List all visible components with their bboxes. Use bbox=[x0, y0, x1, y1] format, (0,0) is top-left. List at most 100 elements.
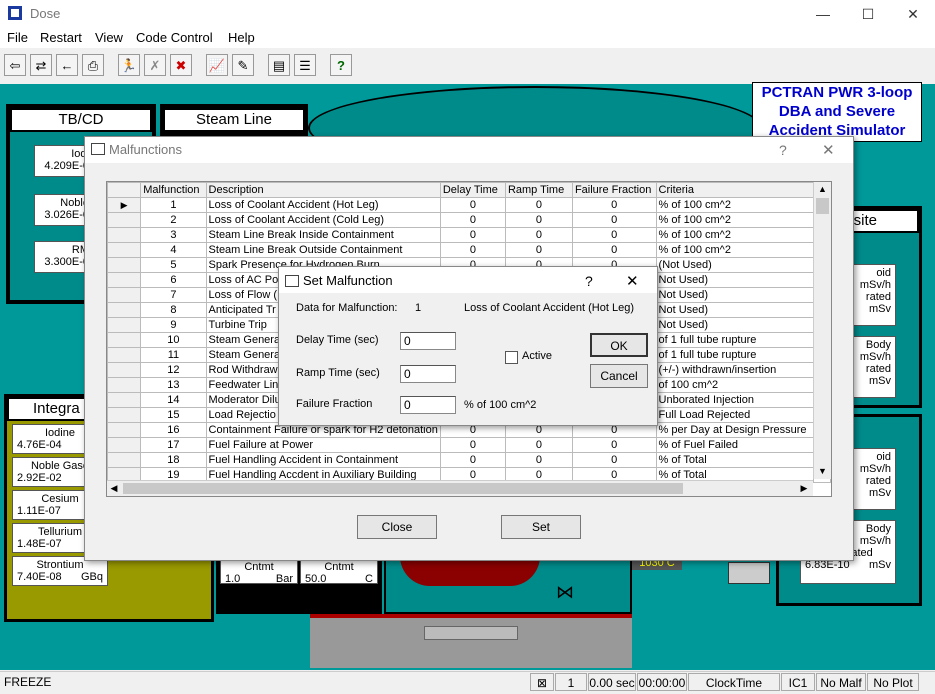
col-description: Description bbox=[205, 182, 441, 198]
freeze-status-icon[interactable]: ⊠ bbox=[530, 673, 554, 691]
row-selector[interactable] bbox=[107, 452, 142, 468]
status-speed: 1 bbox=[555, 673, 587, 691]
row-selector[interactable] bbox=[107, 287, 142, 303]
failure-fraction-input[interactable]: 0 bbox=[400, 396, 456, 414]
status-clock: 00:00:00 bbox=[637, 673, 687, 691]
minimize-button[interactable]: — bbox=[813, 4, 833, 24]
row-selector[interactable] bbox=[107, 257, 142, 273]
trend-icon[interactable]: 📈 bbox=[206, 54, 228, 76]
table-row[interactable]: 2 Loss of Coolant Accident (Cold Leg) 0 0 0%… bbox=[107, 212, 831, 228]
close-icon[interactable]: ✕ bbox=[626, 272, 639, 290]
ramp-time-cell: 0 bbox=[504, 227, 573, 243]
scroll-down-icon[interactable]: ▼ bbox=[814, 464, 831, 478]
cntmt-temp: Cntmt 50.0 C bbox=[300, 558, 378, 585]
vertical-scroll-thumb[interactable] bbox=[816, 198, 829, 214]
menu-restart[interactable]: Restart bbox=[40, 30, 82, 45]
row-selector[interactable] bbox=[107, 212, 142, 228]
criteria-cell: % of 100 cm^2 bbox=[655, 242, 814, 258]
delay-time-cell: 0 bbox=[439, 212, 506, 228]
criteria-cell: (+/-) withdrawn/insertion bbox=[655, 362, 814, 378]
delay-time-input[interactable]: 0 bbox=[400, 332, 456, 350]
vertical-scrollbar[interactable]: ▲ ▼ bbox=[813, 182, 831, 479]
help-icon[interactable]: ? bbox=[330, 54, 352, 76]
run-icon[interactable]: 🏃 bbox=[118, 54, 140, 76]
integ-cesium-value: 1.11E-07 bbox=[17, 505, 61, 517]
delay-time-label: Delay Time (sec) bbox=[296, 334, 379, 346]
back-icon[interactable]: ← bbox=[56, 54, 78, 76]
row-selector[interactable] bbox=[107, 272, 142, 288]
criteria-cell: Full Load Rejected bbox=[655, 407, 814, 423]
freeze-icon[interactable]: ✗ bbox=[144, 54, 166, 76]
row-selector[interactable] bbox=[107, 377, 142, 393]
col-ramp-time: Ramp Time bbox=[504, 182, 573, 198]
criteria-cell: Not Used) bbox=[655, 302, 814, 318]
valve-icon[interactable]: ⋈ bbox=[556, 582, 574, 603]
tbcd-noble-label: Noble bbox=[60, 197, 89, 209]
status-mode: FREEZE bbox=[4, 675, 52, 689]
row-selector[interactable] bbox=[107, 302, 142, 318]
close-icon[interactable]: ✕ bbox=[822, 141, 835, 159]
cancel-button[interactable]: Cancel bbox=[590, 364, 648, 388]
exit-icon[interactable]: ⇦ bbox=[4, 54, 26, 76]
failure-fraction-cell: 0 bbox=[571, 227, 657, 243]
description-cell: Loss of Coolant Accident (Hot Leg) bbox=[205, 197, 441, 213]
help-icon[interactable]: ? bbox=[585, 273, 593, 289]
set-malfunction-title: Set Malfunction bbox=[303, 273, 393, 288]
close-button[interactable]: Close bbox=[357, 515, 437, 539]
help-icon[interactable]: ? bbox=[779, 142, 787, 158]
scroll-left-icon[interactable]: ◀ bbox=[107, 481, 121, 496]
criteria-cell: Not Used) bbox=[655, 317, 814, 333]
row-selector[interactable] bbox=[107, 332, 142, 348]
cntmt-temp-label: Cntmt bbox=[324, 561, 354, 573]
table-row[interactable]: 18 Fuel Handling Accident in Containment 0… bbox=[107, 452, 831, 468]
tbcd-noble-value: 3.026E-0 bbox=[44, 209, 89, 221]
pump-icon bbox=[728, 562, 770, 584]
row-selector[interactable] bbox=[107, 242, 142, 258]
tank-gauge bbox=[424, 626, 518, 640]
row-selector[interactable] bbox=[107, 422, 142, 438]
criteria-cell: % of 100 cm^2 bbox=[655, 212, 814, 228]
row-selector[interactable] bbox=[107, 437, 142, 453]
close-button[interactable]: ✕ bbox=[903, 4, 923, 24]
row-selector[interactable] bbox=[107, 392, 142, 408]
row-selector[interactable] bbox=[107, 407, 142, 423]
menu-help[interactable]: Help bbox=[228, 30, 255, 45]
delay-time-cell: 0 bbox=[439, 242, 506, 258]
print-icon[interactable]: ⎙ bbox=[82, 54, 104, 76]
horizontal-scroll-thumb[interactable] bbox=[123, 483, 683, 494]
row-selector[interactable]: ▶ bbox=[107, 197, 142, 213]
row-selector[interactable] bbox=[107, 362, 142, 378]
ok-button[interactable]: OK bbox=[590, 333, 648, 357]
row-selector[interactable] bbox=[107, 347, 142, 363]
steamline-title: Steam Line bbox=[163, 108, 305, 132]
restart-icon[interactable]: ⇄ bbox=[30, 54, 52, 76]
status-clocktime: ClockTime bbox=[688, 673, 780, 691]
criteria-cell: Not Used) bbox=[655, 287, 814, 303]
row-selector[interactable] bbox=[107, 317, 142, 333]
set-malfunction-dialog: Set Malfunction ? ✕ Data for Malfunction… bbox=[278, 266, 658, 426]
scroll-up-icon[interactable]: ▲ bbox=[814, 182, 831, 196]
report-icon[interactable]: ▤ bbox=[268, 54, 290, 76]
table-row[interactable]: ▶ 1 Loss of Coolant Accident (Hot Leg) 0 0 0%… bbox=[107, 197, 831, 213]
row-selector[interactable] bbox=[107, 227, 142, 243]
malfunction-number-cell: 17 bbox=[140, 437, 207, 453]
table-row[interactable]: 4 Steam Line Break Outside Containment 0 0 0… bbox=[107, 242, 831, 258]
cntmt-pressure: Cntmt 1.0 Bar bbox=[220, 558, 298, 585]
active-checkbox[interactable] bbox=[505, 351, 518, 364]
menu-view[interactable]: View bbox=[95, 30, 123, 45]
maximize-button[interactable]: ☐ bbox=[858, 4, 878, 24]
menu-file[interactable]: File bbox=[7, 30, 28, 45]
menu-code-control[interactable]: Code Control bbox=[136, 30, 213, 45]
table-row[interactable]: 3 Steam Line Break Inside Containment 0 0 0%… bbox=[107, 227, 831, 243]
ramp-time-input[interactable]: 0 bbox=[400, 365, 456, 383]
set-button[interactable]: Set bbox=[501, 515, 581, 539]
dialog-icon bbox=[285, 275, 299, 287]
criteria-cell: % of Fuel Failed bbox=[655, 437, 814, 453]
edit-icon[interactable]: ✎ bbox=[232, 54, 254, 76]
malfunction-icon[interactable]: ✖ bbox=[170, 54, 192, 76]
scroll-right-icon[interactable]: ▶ bbox=[797, 481, 811, 496]
horizontal-scrollbar[interactable]: ◀ ▶ bbox=[107, 480, 813, 496]
criteria-cell: of 1 full tube rupture bbox=[655, 347, 814, 363]
list-icon[interactable]: ☰ bbox=[294, 54, 316, 76]
table-row[interactable]: 17 Fuel Failure at Power 0 0 0% of Fuel Fail… bbox=[107, 437, 831, 453]
